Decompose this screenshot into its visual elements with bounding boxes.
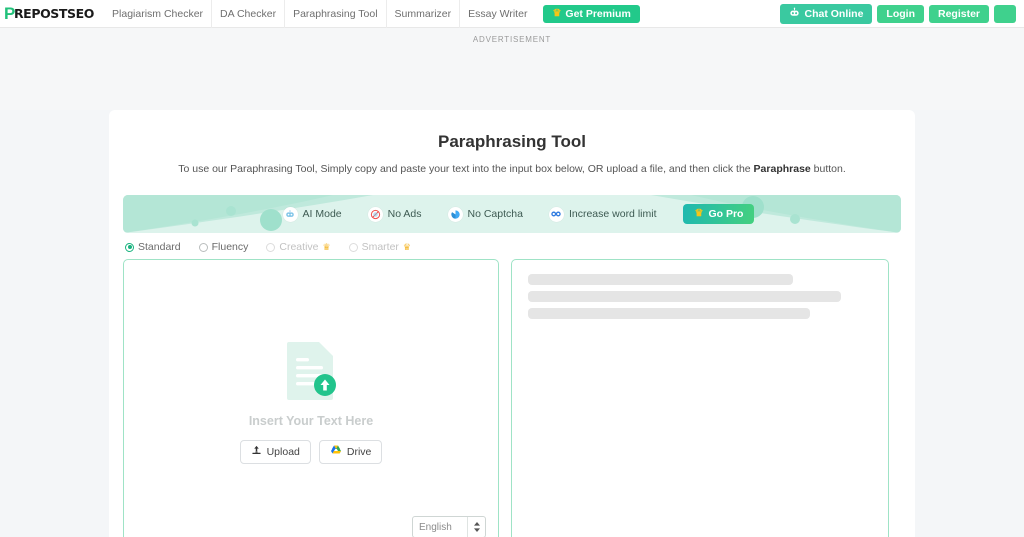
- editor-panels: Insert Your Text Here Upload Drive Engli…: [109, 259, 915, 537]
- mode-label-standard: Standard: [138, 241, 181, 253]
- go-pro-button[interactable]: ♛ Go Pro: [683, 204, 755, 224]
- feature-no-captcha[interactable]: No Captcha: [447, 206, 523, 222]
- mode-label-fluency: Fluency: [211, 241, 249, 253]
- robot-icon: [789, 7, 800, 21]
- page-body: Paraphrasing Tool To use our Paraphrasin…: [0, 110, 1024, 537]
- feature-increase-word-limit[interactable]: Increase word limit: [548, 206, 657, 222]
- advertisement-slot: ADVERTISEMENT: [0, 28, 1024, 110]
- radio-fluency[interactable]: [198, 242, 208, 252]
- nav-summarizer[interactable]: Summarizer: [385, 0, 460, 28]
- login-button[interactable]: Login: [877, 5, 924, 23]
- language-value: English: [419, 521, 452, 533]
- nav-essay-writer[interactable]: Essay Writer: [459, 0, 535, 28]
- document-upload-icon: [285, 340, 337, 402]
- get-premium-button[interactable]: ♛ Get Premium: [543, 4, 640, 23]
- site-logo[interactable]: P REPOSTSEO: [4, 4, 104, 24]
- feature-no-captcha-label: No Captcha: [467, 208, 523, 220]
- language-selector-wrapper: English: [412, 516, 486, 537]
- premium-feature-bar: AI Mode No Ads No Captcha Increase word …: [123, 195, 901, 233]
- logo-wordmark: REPOSTSEO: [13, 6, 95, 21]
- no-ads-icon: [367, 206, 383, 222]
- google-drive-icon: [330, 445, 342, 459]
- radio-creative[interactable]: [266, 242, 276, 252]
- drive-button[interactable]: Drive: [318, 440, 383, 464]
- input-panel[interactable]: Insert Your Text Here Upload Drive Engli…: [123, 259, 499, 537]
- go-pro-label: Go Pro: [708, 208, 744, 220]
- feature-no-ads-label: No Ads: [387, 208, 422, 220]
- skeleton-line: [528, 291, 842, 302]
- crown-icon: ♛: [402, 241, 411, 252]
- advertisement-label: ADVERTISEMENT: [472, 35, 552, 44]
- upload-button[interactable]: Upload: [239, 440, 311, 464]
- chat-online-button[interactable]: Chat Online: [780, 4, 873, 24]
- nav-paraphrasing-tool[interactable]: Paraphrasing Tool: [284, 0, 385, 28]
- upload-label: Upload: [266, 446, 300, 458]
- nav-da-checker[interactable]: DA Checker: [211, 0, 284, 28]
- feature-no-ads[interactable]: No Ads: [367, 206, 422, 222]
- chevron-updown-icon[interactable]: [467, 517, 485, 537]
- feature-word-limit-label: Increase word limit: [568, 208, 657, 220]
- upload-icon: [251, 445, 262, 459]
- site-header: P REPOSTSEO Plagiarism Checker DA Checker…: [0, 0, 1024, 28]
- feature-ai-mode[interactable]: AI Mode: [282, 206, 342, 222]
- nav-plagiarism-checker[interactable]: Plagiarism Checker: [104, 0, 211, 28]
- mode-option-smarter[interactable]: Smarter ♛: [348, 241, 411, 253]
- mode-option-creative[interactable]: Creative ♛: [266, 241, 331, 253]
- page-title: Paraphrasing Tool: [438, 132, 586, 151]
- robot-icon: [282, 206, 298, 222]
- feature-ai-mode-label: AI Mode: [302, 208, 342, 220]
- crown-icon: ♛: [322, 241, 331, 252]
- menu-button[interactable]: [994, 5, 1016, 23]
- mode-label-smarter: Smarter: [361, 241, 399, 253]
- mode-option-fluency[interactable]: Fluency: [198, 241, 249, 253]
- header-actions: Chat Online Login Register: [780, 0, 1016, 28]
- main-navigation: Plagiarism Checker DA Checker Paraphrasi…: [104, 0, 535, 28]
- language-select[interactable]: English: [412, 516, 486, 537]
- captcha-icon: [447, 206, 463, 222]
- dropzone-buttons: Upload Drive: [239, 440, 383, 464]
- radio-standard[interactable]: [125, 242, 134, 252]
- chat-online-label: Chat Online: [804, 8, 864, 20]
- mode-option-standard[interactable]: Standard: [125, 241, 181, 253]
- insert-text-heading: Insert Your Text Here: [248, 414, 374, 428]
- register-button[interactable]: Register: [928, 5, 989, 23]
- radio-smarter[interactable]: [348, 242, 358, 252]
- subtitle-bold-word: Paraphrase: [753, 163, 811, 175]
- output-panel[interactable]: [511, 259, 889, 537]
- crown-icon: ♛: [694, 208, 704, 219]
- tool-card: Paraphrasing Tool To use our Paraphrasin…: [109, 110, 915, 537]
- mode-label-creative: Creative: [279, 241, 319, 253]
- page-subtitle: To use our Paraphrasing Tool, Simply cop…: [109, 163, 915, 175]
- get-premium-label: Get Premium: [565, 7, 631, 20]
- skeleton-line: [528, 308, 811, 319]
- crown-icon: ♛: [552, 7, 562, 19]
- mode-selector: Standard Fluency Creative ♛ Smarter ♛: [109, 233, 915, 259]
- file-dropzone[interactable]: Insert Your Text Here Upload Drive: [124, 340, 498, 464]
- subtitle-part-1: To use our Paraphrasing Tool, Simply cop…: [178, 163, 754, 175]
- infinity-icon: [548, 206, 564, 222]
- subtitle-part-2: button.: [810, 163, 846, 175]
- drive-label: Drive: [346, 446, 372, 458]
- skeleton-line: [528, 274, 793, 285]
